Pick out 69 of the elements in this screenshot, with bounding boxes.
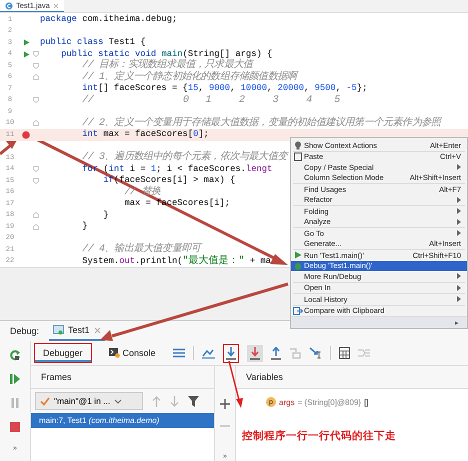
panel-tab[interactable]: Console	[100, 343, 165, 363]
trace-icon[interactable]	[358, 348, 370, 358]
code-line: // 0 1 2 3 4 5	[81, 94, 340, 106]
filter-icon[interactable]	[188, 396, 199, 406]
fold-icon[interactable]	[33, 51, 39, 58]
step-over-icon[interactable]	[222, 344, 239, 362]
panel-tab[interactable]: Debugger	[34, 343, 92, 363]
check-icon	[40, 396, 50, 406]
pause-icon[interactable]	[9, 397, 21, 409]
fold-icon[interactable]	[33, 120, 39, 126]
submenu-arrow-icon	[457, 164, 461, 170]
drop-frame-icon[interactable]	[288, 347, 301, 359]
close-icon[interactable]	[94, 326, 101, 334]
code-line: }	[102, 210, 109, 221]
frame-item[interactable]: main:7, Test1 (com.itheima.demo)	[31, 413, 214, 428]
run-icon[interactable]	[22, 50, 30, 58]
bug-icon	[294, 262, 302, 270]
code-line: // 1、定义一个静态初始化的数组存储颜值数据啊	[81, 72, 297, 83]
code-line: System.out.println("最大值是：" + ma	[81, 256, 271, 267]
up-arrow-icon[interactable]	[152, 396, 161, 406]
run-tab[interactable]: Test1	[49, 321, 105, 341]
fold-icon[interactable]	[33, 212, 39, 218]
calculator-icon[interactable]	[338, 347, 350, 359]
step-out-icon[interactable]	[270, 346, 281, 360]
close-icon[interactable]	[52, 2, 59, 8]
step-into-icon[interactable]	[246, 344, 263, 362]
rerun-icon[interactable]	[9, 349, 21, 361]
code-line: // 2、定义一个变量用于存储最大值数据，变量的初始值建议用第一个元素作为参照	[81, 118, 441, 129]
variable-value: = {String[0]@809}	[298, 398, 362, 406]
annotation-arrow	[228, 360, 243, 408]
execution-point-icon[interactable]	[202, 347, 215, 359]
code-line: public static void main(String[] args) {	[60, 48, 272, 59]
class-file-icon	[5, 2, 13, 10]
fold-icon[interactable]	[33, 224, 39, 230]
code-line: // 目标：实现数组求最值，只求最大值	[81, 60, 253, 72]
code-line: }	[81, 221, 88, 232]
code-line: int[] faceScores = {15, 9000, 10000, 20000, 9500, -5};	[81, 83, 368, 94]
chevron-down-icon	[114, 398, 122, 404]
console-icon	[108, 348, 120, 358]
code-line: package com.itheima.debug;	[40, 14, 178, 26]
compare-icon	[292, 306, 302, 315]
menu-icon[interactable]	[172, 348, 185, 358]
fold-icon[interactable]	[33, 178, 39, 184]
add-icon[interactable]	[220, 399, 230, 409]
thread-dropdown[interactable]: "main"@1 in ...	[35, 392, 143, 410]
window-icon	[53, 325, 64, 335]
code-line: public class Test1 {	[40, 37, 146, 48]
stop-icon[interactable]	[9, 421, 21, 433]
code-line: // 4、输出最大值变量即可	[81, 244, 201, 256]
resume-icon[interactable]	[9, 373, 21, 385]
down-arrow-icon[interactable]	[170, 396, 179, 406]
variable-value: []	[364, 398, 369, 406]
clipboard-icon	[294, 152, 302, 162]
variable-name: args	[279, 398, 295, 406]
run-to-cursor-icon[interactable]	[308, 347, 322, 359]
bulb-icon	[294, 140, 302, 150]
fold-icon[interactable]	[33, 74, 39, 80]
breakpoint-icon[interactable]	[22, 130, 30, 139]
code-line: // 3、遍历数组中的每个元素，依次与最大值变	[81, 152, 288, 164]
fold-icon[interactable]	[33, 62, 39, 69]
fold-icon[interactable]	[33, 166, 39, 172]
run-icon	[294, 251, 302, 260]
annotation-text: 控制程序一行一行代码的往下走	[242, 429, 397, 443]
panel-title: Debug:	[10, 326, 40, 336]
pane-header: Variables	[236, 366, 468, 389]
fold-icon[interactable]	[33, 97, 39, 104]
run-icon[interactable]	[22, 39, 30, 46]
pane-header: Frames	[31, 366, 214, 389]
annotation-arrow	[0, 140, 17, 156]
